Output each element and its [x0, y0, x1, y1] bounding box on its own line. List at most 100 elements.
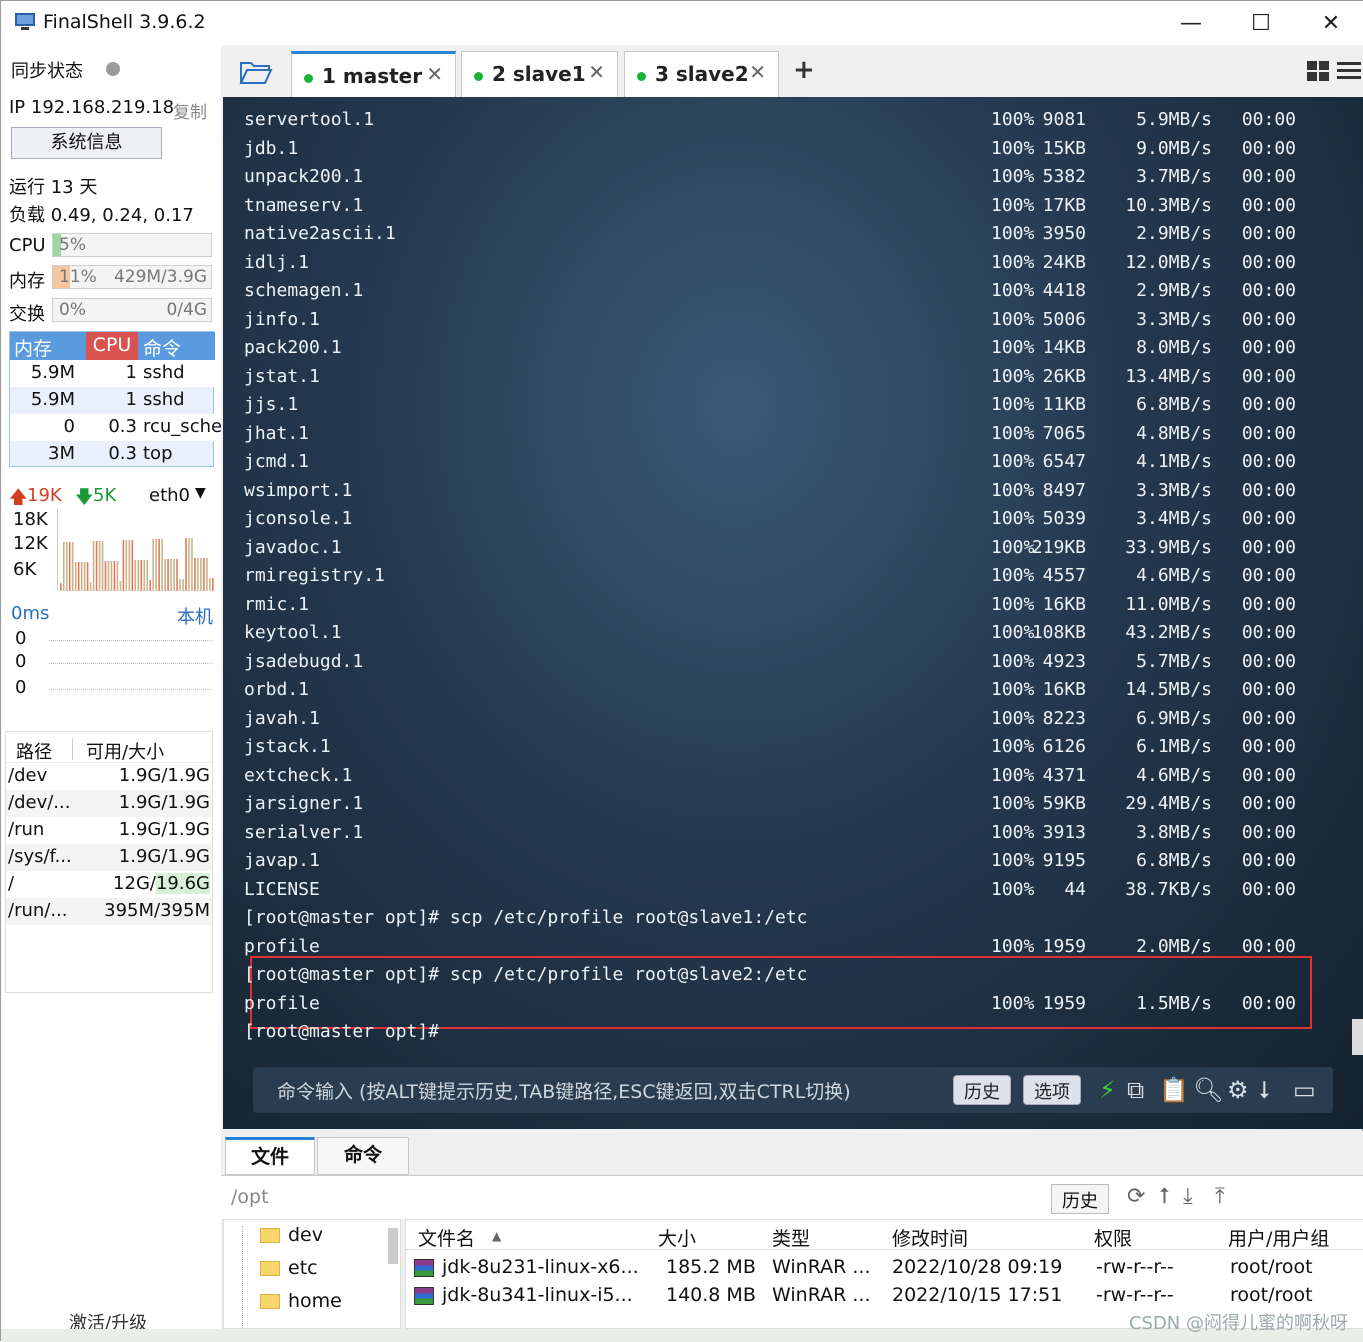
command-input-placeholder[interactable]: 命令输入 (按ALT键提示历史,TAB键路径,ESC键返回,双击CTRL切换)	[277, 1077, 851, 1104]
terminal-transfer-line: rmiregistry.1 100% 4557 4.6MB/s 00:00	[244, 565, 1344, 593]
maximize-button[interactable]: ☐	[1241, 9, 1281, 39]
transfer-size: 5382	[1042, 166, 1086, 187]
search-icon[interactable]: 🔍︎	[1193, 1076, 1223, 1104]
rar-file-icon	[414, 1284, 434, 1306]
tab-files[interactable]: 文件	[225, 1137, 315, 1175]
current-path[interactable]: /opt	[231, 1186, 269, 1208]
col-type[interactable]: 类型	[772, 1224, 810, 1251]
sync-status-label: 同步状态	[11, 61, 83, 82]
network-bar	[140, 560, 143, 591]
file-history-button[interactable]: 历史	[1051, 1184, 1109, 1214]
gear-icon[interactable]: ⚙	[1227, 1076, 1249, 1104]
disk-col-path[interactable]: 路径	[16, 738, 52, 764]
file-mtime: 2022/10/15 17:51	[892, 1284, 1063, 1306]
system-info-button[interactable]: 系统信息	[11, 127, 162, 159]
transfer-time: 00:00	[1241, 935, 1296, 957]
col-mtime[interactable]: 修改时间	[892, 1224, 968, 1251]
sort-asc-icon: ▲	[492, 1229, 502, 1243]
terminal-transfer-line: extcheck.1 100% 4371 4.6MB/s 00:00	[244, 765, 1344, 793]
close-tab-icon[interactable]: ✕	[749, 60, 766, 84]
col-owner[interactable]: 用户/用户组	[1228, 1224, 1329, 1251]
network-bar	[173, 559, 175, 591]
minimize-button[interactable]: —	[1171, 9, 1211, 39]
transfer-pct: 100%	[991, 337, 1035, 358]
process-row[interactable]: 3M 0.3 top	[10, 441, 215, 468]
terminal-transfer-line: jdb.1 100% 15KB 9.0MB/s 00:00	[244, 138, 1344, 166]
file-row[interactable]: jdk-8u341-linux-i5... 140.8 MB WinRAR ..…	[406, 1280, 1363, 1308]
arrow-down-icon[interactable]: ⭣	[1259, 1076, 1270, 1104]
process-row[interactable]: 5.9M 1 sshd	[10, 387, 215, 414]
process-row[interactable]: 0 0.3 rcu_sche	[10, 414, 222, 441]
download-icon[interactable]: ⤓	[1183, 1184, 1193, 1209]
disk-row[interactable]: / 12G/19.6G	[6, 871, 212, 898]
col-filename[interactable]: 文件名	[418, 1224, 475, 1251]
tree-item-dev[interactable]: dev	[260, 1224, 323, 1246]
close-button[interactable]: ✕	[1311, 9, 1351, 39]
add-tab-button[interactable]: +	[793, 55, 815, 85]
proc-col-cmd[interactable]: 命令	[143, 334, 181, 361]
col-size[interactable]: 大小	[658, 1224, 696, 1251]
col-permission[interactable]: 权限	[1094, 1224, 1132, 1251]
disk-row[interactable]: /sys/f... 1.9G/1.9G	[6, 844, 212, 871]
disk-path: /run/...	[8, 900, 68, 921]
swap-detail: 0/4G	[166, 300, 207, 320]
window-icon[interactable]: ▭	[1293, 1076, 1316, 1104]
copy-icon[interactable]: ⧉	[1127, 1076, 1144, 1104]
process-row[interactable]: 5.9M 1 sshd	[10, 360, 215, 387]
transfer-size: 1959	[1042, 935, 1086, 957]
copy-ip-link[interactable]: 复制	[173, 98, 207, 123]
disk-size: 1.9G/1.9G	[118, 792, 210, 813]
proc-col-mem[interactable]: 内存	[14, 334, 52, 361]
transfer-name: jarsigner.1	[244, 793, 364, 814]
terminal-scrollbar[interactable]	[1352, 1019, 1363, 1055]
close-tab-icon[interactable]: ✕	[588, 60, 605, 84]
disk-row[interactable]: /dev 1.9G/1.9G	[6, 763, 212, 790]
refresh-icon[interactable]: ⟳	[1127, 1184, 1145, 1209]
tab-slave1[interactable]: 2 slave1 ✕	[461, 51, 618, 97]
tab-master[interactable]: 1 master ✕	[291, 51, 456, 97]
transfer-name: profile	[244, 992, 320, 1014]
transfer-time: 00:00	[1241, 166, 1296, 187]
upload-icon[interactable]: ⤒	[1215, 1184, 1225, 1209]
tab-slave2[interactable]: 3 slave2 ✕	[624, 51, 779, 97]
load-average: 负载 0.49, 0.24, 0.17	[9, 205, 194, 226]
close-tab-icon[interactable]: ✕	[426, 62, 443, 86]
network-bar	[137, 560, 140, 591]
disk-row[interactable]: /run 1.9G/1.9G	[6, 817, 212, 844]
lightning-icon[interactable]: ⚡	[1099, 1076, 1116, 1104]
tree-item-etc[interactable]: etc	[260, 1257, 318, 1279]
interface-select[interactable]: eth0	[149, 485, 190, 506]
proc-col-cpu[interactable]: CPU	[86, 332, 138, 360]
history-button[interactable]: 历史	[953, 1075, 1011, 1105]
menu-icon[interactable]	[1337, 62, 1361, 80]
download-rate: 5K	[93, 485, 117, 506]
sync-status-dot-icon	[106, 62, 120, 76]
transfer-time: 00:00	[1241, 707, 1296, 729]
transfer-size: 24KB	[1042, 251, 1086, 273]
tree-item-home[interactable]: home	[260, 1290, 342, 1312]
paste-icon[interactable]: 📋	[1159, 1076, 1189, 1104]
disk-size: 1.9G/1.9G	[118, 819, 210, 840]
rar-file-icon	[414, 1256, 434, 1278]
terminal[interactable]: 命令输入 (按ALT键提示历史,TAB键路径,ESC键返回,双击CTRL切换) …	[223, 97, 1363, 1129]
transfer-speed: 4.1MB/s	[1136, 451, 1212, 472]
transfer-size: 3950	[1042, 223, 1086, 244]
file-row[interactable]: jdk-8u231-linux-x6... 185.2 MB WinRAR ..…	[406, 1252, 1363, 1280]
cpu-meter: 5%	[52, 233, 212, 257]
disk-row[interactable]: /run/... 395M/395M	[6, 898, 212, 925]
tree-scrollbar[interactable]	[388, 1228, 398, 1264]
disk-row[interactable]: /dev/... 1.9G/1.9G	[6, 790, 212, 817]
options-button[interactable]: 选项	[1023, 1075, 1081, 1105]
chevron-down-icon[interactable]: ▼	[195, 485, 206, 501]
swap-meter: 0% 0/4G	[52, 298, 212, 322]
network-bar	[92, 541, 95, 591]
grid-layout-icon[interactable]	[1307, 61, 1329, 81]
disk-col-size[interactable]: 可用/大小	[86, 738, 164, 764]
folder-open-icon[interactable]	[239, 59, 273, 85]
network-bar	[158, 539, 160, 591]
command-input-bar[interactable]: 命令输入 (按ALT键提示历史,TAB键路径,ESC键返回,双击CTRL切换) …	[253, 1067, 1333, 1113]
terminal-transfer-line: native2ascii.1 100% 3950 2.9MB/s 00:00	[244, 223, 1344, 251]
folder-icon	[260, 1294, 280, 1309]
up-directory-icon[interactable]: ⭡	[1159, 1184, 1169, 1209]
tab-commands[interactable]: 命令	[317, 1137, 409, 1175]
